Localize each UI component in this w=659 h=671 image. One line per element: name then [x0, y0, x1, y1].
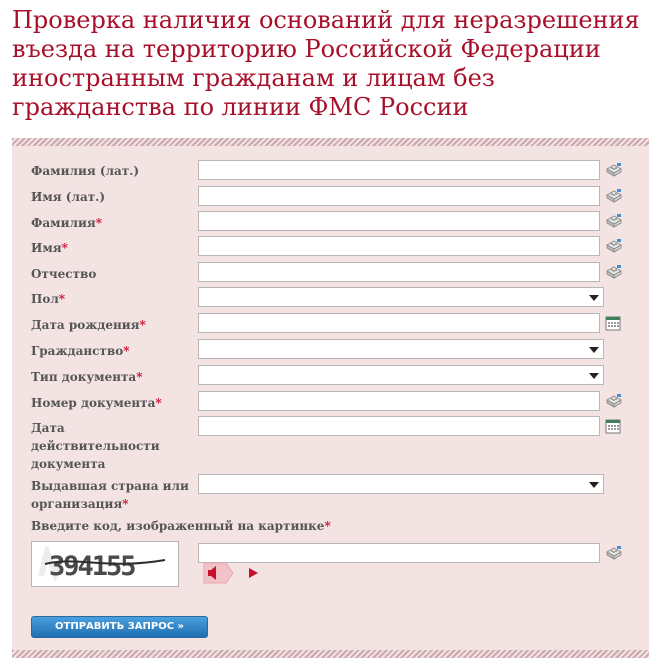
page-title: Проверка наличия оснований для неразреше… — [12, 6, 640, 121]
captcha-image: 394155 — [31, 541, 179, 587]
play-icon[interactable] — [247, 567, 259, 579]
virtual-keyboard-icon[interactable] — [605, 238, 623, 254]
chevron-down-icon — [589, 373, 599, 379]
birthdate-label: Дата рождения* — [31, 318, 146, 332]
virtual-keyboard-icon[interactable] — [605, 213, 623, 229]
patronymic-label: Отчество — [31, 267, 97, 281]
firstname-lat-input[interactable] — [198, 186, 600, 206]
form-top-stripe — [12, 138, 649, 146]
firstname-label: Имя* — [31, 241, 68, 255]
virtual-keyboard-icon[interactable] — [605, 188, 623, 204]
virtual-keyboard-icon[interactable] — [605, 545, 623, 561]
lastname-lat-input[interactable] — [198, 160, 600, 180]
doc-number-label: Номер документа* — [31, 396, 162, 410]
audio-speaker-icon[interactable] — [200, 562, 234, 584]
chevron-down-icon — [589, 295, 599, 301]
form-bottom-stripe — [12, 650, 649, 658]
doc-type-select[interactable] — [198, 365, 604, 385]
birthdate-input[interactable] — [198, 313, 600, 333]
citizenship-select[interactable] — [198, 339, 604, 359]
issuer-label: Выдавшая страна или организация* — [31, 479, 189, 511]
virtual-keyboard-icon[interactable] — [605, 162, 623, 178]
chevron-down-icon — [589, 347, 599, 353]
captcha-text: 394155 — [49, 551, 135, 582]
submit-button[interactable]: ОТПРАВИТЬ ЗАПРОС » — [31, 616, 208, 638]
captcha-input[interactable] — [198, 543, 600, 563]
issuer-select[interactable] — [198, 474, 604, 494]
doc-number-input[interactable] — [198, 391, 600, 411]
gender-label: Пол* — [31, 292, 66, 306]
captcha-picture: 394155 — [37, 546, 173, 582]
captcha-label: Введите код, изображенный на картинке* — [31, 519, 331, 533]
firstname-lat-label: Имя (лат.) — [31, 190, 106, 204]
lastname-lat-label: Фамилия (лат.) — [31, 164, 140, 178]
calendar-icon[interactable] — [605, 315, 621, 331]
chevron-down-icon — [589, 482, 599, 488]
patronymic-input[interactable] — [198, 262, 600, 282]
lastname-label: Фамилия* — [31, 216, 102, 230]
firstname-input[interactable] — [198, 236, 600, 256]
citizenship-label: Гражданство* — [31, 344, 130, 358]
virtual-keyboard-icon[interactable] — [605, 264, 623, 280]
doc-type-label: Тип документа* — [31, 370, 143, 384]
calendar-icon[interactable] — [605, 418, 621, 434]
gender-select[interactable] — [198, 287, 604, 307]
doc-validity-input[interactable] — [198, 416, 600, 436]
virtual-keyboard-icon[interactable] — [605, 393, 623, 409]
lastname-input[interactable] — [198, 211, 600, 231]
doc-validity-label: Дата действительности документа — [31, 421, 160, 471]
